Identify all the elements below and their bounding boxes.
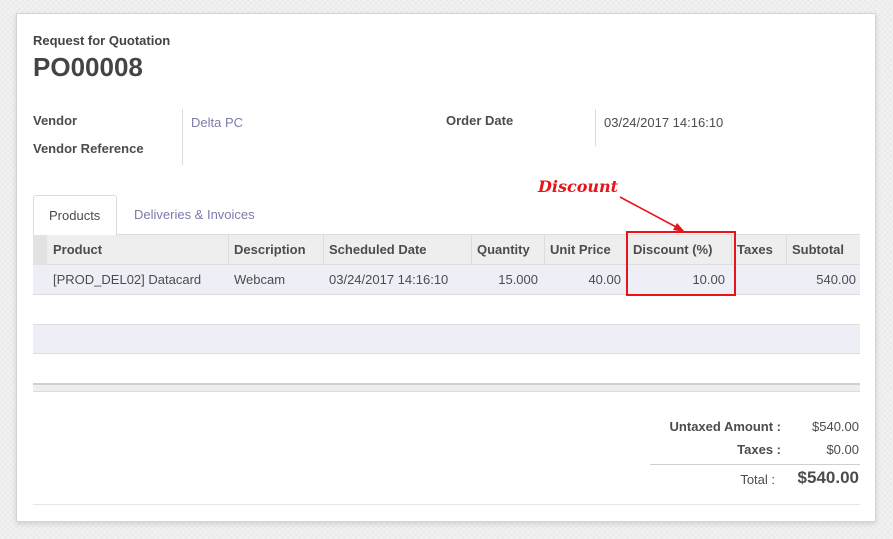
annotation-arrow-icon <box>619 196 685 232</box>
discount-highlight-box <box>626 231 736 296</box>
